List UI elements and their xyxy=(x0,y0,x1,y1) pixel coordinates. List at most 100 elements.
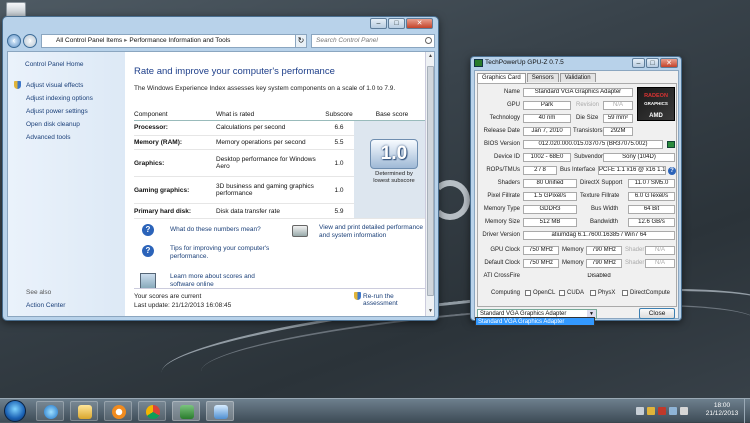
vertical-scrollbar[interactable]: ▲ ▼ xyxy=(425,52,434,316)
volume-icon[interactable] xyxy=(680,407,688,415)
computing-label: Computing xyxy=(490,290,520,296)
tab-strip: Graphics Card Sensors Validation xyxy=(477,73,597,83)
sidebar-item-visual-effects[interactable]: Adjust visual effects xyxy=(26,82,83,89)
shield-icon xyxy=(14,81,21,89)
name-value: Standard VGA Graphics Adapter xyxy=(523,88,633,97)
pixel-fillrate-label: Pixel Fillrate xyxy=(487,193,520,199)
start-button[interactable] xyxy=(4,400,26,422)
taskbar-control-panel[interactable] xyxy=(206,401,234,421)
back-button[interactable]: ‹ xyxy=(7,34,21,48)
directx-label: DirectX Support xyxy=(580,180,623,186)
help-icon[interactable]: ? xyxy=(668,167,676,175)
minimize-button[interactable]: – xyxy=(370,18,387,29)
texture-fillrate-label: Texture Fillrate xyxy=(580,193,620,199)
address-crumb[interactable]: All Control Panel Items xyxy=(56,37,122,44)
content-area: Control Panel Home Adjust visual effects… xyxy=(7,51,435,317)
default-shader-value: N/A xyxy=(645,259,675,268)
bus-width-value: 64 Bit xyxy=(628,205,675,214)
clock-date: 21/12/2013 xyxy=(705,410,739,417)
address-crumb[interactable]: Performance Information and Tools xyxy=(129,37,230,44)
gpuz-window: TechPowerUp GPU-Z 0.7.5 – □ ✕ Graphics C… xyxy=(470,56,682,321)
crossfire-value: Disabled xyxy=(523,272,675,281)
component-label: Memory (RAM): xyxy=(134,135,216,151)
scroll-thumb[interactable] xyxy=(427,66,434,296)
base-score-caption: Determined by lowest subscore xyxy=(373,171,415,184)
sidebar-item-advanced[interactable]: Advanced tools xyxy=(26,134,70,141)
control-panel-icon xyxy=(214,405,228,419)
tray-app-icon[interactable] xyxy=(658,407,666,415)
memory-size-label: Memory Size xyxy=(484,219,520,225)
sidebar-item-home[interactable]: Control Panel Home xyxy=(25,61,84,68)
taskbar-explorer[interactable] xyxy=(70,401,98,421)
bios-value: 012.020.000.015.037075 (BR37075.002) xyxy=(523,140,663,149)
bus-interface-value: PCI-E 1.1 x16 @ x16 1.1 xyxy=(598,166,666,175)
maximize-button[interactable]: □ xyxy=(646,58,659,68)
numbers-help-link[interactable]: What do these numbers mean? xyxy=(170,226,261,234)
rated-text: 3D business and gaming graphics performa… xyxy=(216,176,324,205)
divider xyxy=(134,288,430,289)
directcompute-checkbox xyxy=(622,290,628,296)
maximize-button[interactable]: □ xyxy=(388,18,405,29)
memory-type-label: Memory Type xyxy=(483,206,520,212)
subscore-value: 1.0 xyxy=(324,149,354,178)
network-icon[interactable] xyxy=(669,407,677,415)
rated-text: Desktop performance for Windows Aero xyxy=(216,149,324,178)
show-hidden-icons-icon[interactable] xyxy=(636,407,644,415)
show-desktop-button[interactable] xyxy=(744,399,750,423)
release-date-value: Jan 7, 2010 xyxy=(523,127,571,136)
cuda-checkbox xyxy=(559,290,565,296)
refresh-icon[interactable]: ↻ xyxy=(295,34,307,48)
scroll-down-icon[interactable]: ▼ xyxy=(426,307,435,316)
sidebar-item-disk-cleanup[interactable]: Open disk cleanup xyxy=(26,121,80,128)
gpuz-app-icon xyxy=(474,59,483,67)
control-panel-window: – □ ✕ ‹ › All Control Panel Items ▸ Perfor… xyxy=(2,16,439,321)
shield-icon xyxy=(354,292,361,300)
opencl-label: OpenCL xyxy=(533,290,556,296)
taskbar-ie[interactable] xyxy=(36,401,64,421)
gpu-clock-label: GPU Clock xyxy=(490,247,520,253)
close-button[interactable]: ✕ xyxy=(660,58,678,68)
action-center-flag-icon[interactable] xyxy=(647,407,655,415)
title-bar[interactable]: – □ ✕ xyxy=(3,17,438,31)
adapter-dropdown-option[interactable]: Standard VGA Graphics Adapter xyxy=(475,317,595,326)
scroll-up-icon[interactable]: ▲ xyxy=(426,52,435,61)
tips-link[interactable]: Tips for improving your computer's perfo… xyxy=(170,245,280,261)
physx-checkbox xyxy=(590,290,596,296)
address-bar[interactable]: All Control Panel Items ▸ Performance Info… xyxy=(41,34,297,48)
tab-sensors[interactable]: Sensors xyxy=(526,73,559,82)
intro-text: The Windows Experience Index assesses ke… xyxy=(134,85,396,92)
window-title: TechPowerUp GPU-Z 0.7.5 xyxy=(485,59,564,66)
minimize-button[interactable]: – xyxy=(632,58,645,68)
chrome-icon xyxy=(146,405,160,419)
sidebar-item-power[interactable]: Adjust power settings xyxy=(26,108,88,115)
sidebar-item-action-center[interactable]: Action Center xyxy=(26,302,65,309)
rerun-assessment-link[interactable]: Re-run the assessment xyxy=(363,293,424,307)
sidebar-item-indexing[interactable]: Adjust indexing options xyxy=(26,95,93,102)
subvendor-label: Subvendor xyxy=(574,154,604,160)
tab-validation[interactable]: Validation xyxy=(559,73,596,82)
logo-graphics: GRAPHICS xyxy=(644,101,668,106)
search-icon[interactable] xyxy=(425,37,432,44)
bios-save-icon[interactable] xyxy=(667,141,675,148)
taskbar-gpuz[interactable] xyxy=(172,401,200,421)
taskbar-chrome[interactable] xyxy=(138,401,166,421)
clock[interactable]: 18:00 21/12/2013 xyxy=(699,402,745,418)
learn-more-link[interactable]: Learn more about scores and software onl… xyxy=(170,273,270,289)
close-button[interactable]: Close xyxy=(639,308,675,319)
search-input[interactable]: Search Control Panel xyxy=(311,34,435,48)
close-button[interactable]: ✕ xyxy=(406,18,433,29)
subvendor-value: Sony (104D) xyxy=(603,153,675,162)
folder-icon xyxy=(78,405,92,419)
forward-button[interactable]: › xyxy=(23,34,37,48)
shaders-value: 80 Unified xyxy=(523,179,577,188)
tab-graphics-card[interactable]: Graphics Card xyxy=(477,73,526,83)
directcompute-label: DirectCompute xyxy=(630,290,671,296)
physx-label: PhysX xyxy=(598,290,616,296)
bus-width-label: Bus Width xyxy=(591,206,619,212)
print-details-link[interactable]: View and print detailed performance and … xyxy=(319,224,429,240)
subscore-value: 1.0 xyxy=(324,176,354,205)
revision-value: N/A xyxy=(603,101,633,110)
taskbar: 18:00 21/12/2013 xyxy=(0,398,750,423)
driver-value: atiumdag 6.1.7600.16385 / Win7 64 xyxy=(523,231,675,240)
taskbar-media-player[interactable] xyxy=(104,401,132,421)
